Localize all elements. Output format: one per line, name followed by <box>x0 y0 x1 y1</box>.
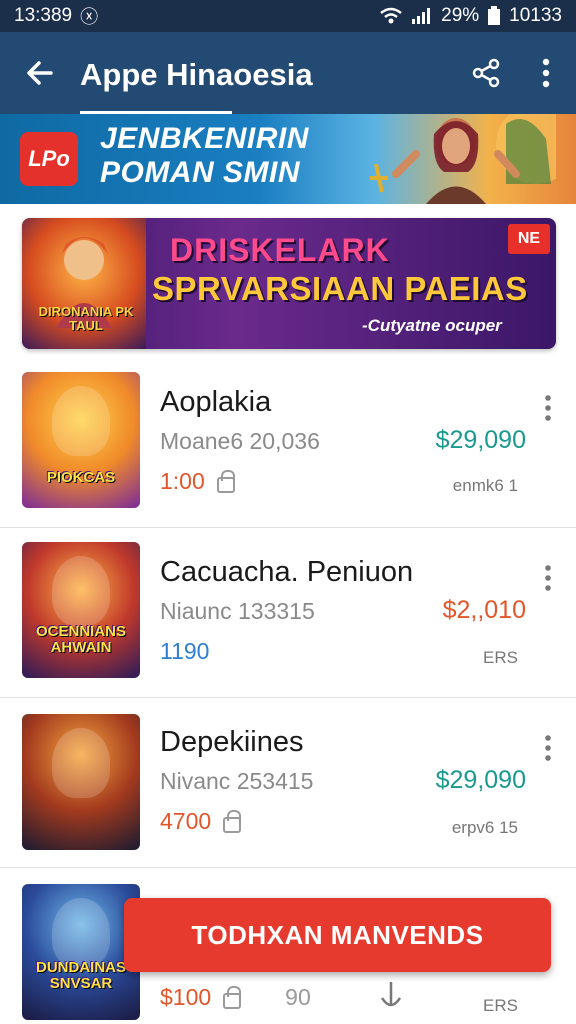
banner-title: DRISKELARK <box>170 232 390 268</box>
thumbnail-caption: PIOKCAS <box>46 469 116 486</box>
character-icon <box>52 728 110 798</box>
promo-logo: LPo <box>20 132 78 186</box>
item-price: $29,090 <box>435 766 526 794</box>
back-button[interactable] <box>0 32 80 114</box>
banner-art: DIRONANIA PK TAUL <box>22 218 146 349</box>
item-price: $29,090 <box>435 426 526 454</box>
item-title: Cacuacha. Peniuon <box>160 556 414 588</box>
list-item[interactable]: OCENNIANS AHWAIN Cacuacha. Peniuon Niaun… <box>0 528 576 698</box>
page-title-text: Appe Hinaoesia <box>80 57 313 92</box>
more-vertical-icon <box>545 735 551 761</box>
item-note: ERS <box>483 648 518 667</box>
promo-text: JENBKENIRIN POMAN SMIN <box>100 122 309 190</box>
overflow-menu-button[interactable] <box>516 32 576 114</box>
promo-header[interactable]: LPo JENBKENIRIN POMAN SMIN <box>0 114 576 204</box>
status-bar: 13:389 ⓧ 29% 10133 <box>0 0 576 32</box>
battery-percent: 29% <box>441 5 480 26</box>
character-icon <box>52 898 110 968</box>
item-overflow-button[interactable] <box>538 564 558 592</box>
item-meta: 1:00 <box>160 468 235 495</box>
app-bar: Appe Hinaoesia <box>0 32 576 115</box>
more-vertical-icon <box>545 395 551 421</box>
notification-icon: ⓧ <box>80 7 99 27</box>
item-meta: 4700 <box>160 808 242 835</box>
anchor-icon <box>378 980 404 1015</box>
item-meta: 1190 <box>160 638 209 665</box>
featured-banner[interactable]: DIRONANIA PK TAUL DRISKELARK SPRVARSIAAN… <box>22 218 556 349</box>
item-overflow-button[interactable] <box>538 734 558 762</box>
item-subtitle: Nivanc 253415 <box>160 768 314 794</box>
share-button[interactable] <box>456 32 516 114</box>
more-vertical-icon <box>542 58 550 88</box>
item-subtitle: Niaunc 133315 <box>160 598 315 624</box>
character-icon <box>52 386 110 456</box>
list-item[interactable]: Depekiines Nivanc 253415 4700 $29,090 er… <box>0 698 576 868</box>
promo-line-2: POMAN SMIN <box>100 156 300 189</box>
character-icon <box>52 556 110 626</box>
thumbnail-caption: OCENNIANS AHWAIN <box>35 623 126 656</box>
page-title: Appe Hinaoesia <box>80 53 313 115</box>
lock-icon <box>216 469 235 493</box>
item-note: erpv6 15 <box>451 818 518 837</box>
item-meta-value: 4700 <box>160 808 212 834</box>
item-title: Aoplakia <box>160 386 272 418</box>
wifi-icon <box>380 7 402 24</box>
item-subtitle: Moane6 20,036 <box>160 428 320 454</box>
item-meta: $100 90 <box>160 984 311 1011</box>
new-badge: NE <box>508 224 550 254</box>
cta-button[interactable]: TODHXAN MANVENDS <box>124 898 551 972</box>
more-vertical-icon <box>545 565 551 591</box>
thumbnail-caption: DUNDAINAS SNVSAR <box>36 959 126 992</box>
banner-art-caption: DIRONANIA PK TAUL <box>38 304 134 333</box>
item-thumbnail <box>22 714 140 850</box>
item-price: $2,,010 <box>442 596 526 624</box>
lock-icon <box>223 809 242 833</box>
item-meta-extra: 90 <box>285 984 311 1010</box>
item-note: ERS <box>483 996 518 1015</box>
item-meta-value: 1:00 <box>160 468 205 494</box>
item-title: Depekiines <box>160 726 304 758</box>
item-meta-value: $100 <box>160 984 212 1010</box>
banner-tagline: -Cutyatne ocuper <box>362 316 502 335</box>
status-time: 13:389 <box>14 5 73 26</box>
signal-icon <box>412 8 431 24</box>
status-clock-right: 10133 <box>509 5 562 26</box>
list-item[interactable]: PIOKCAS Aoplakia Moane6 20,036 1:00 $29,… <box>0 358 576 528</box>
share-icon <box>472 58 500 88</box>
battery-icon <box>488 6 501 25</box>
arrow-left-icon <box>27 61 53 85</box>
lock-icon <box>223 985 242 1009</box>
banner-subtitle: SPRVARSIAAN PAEIAS <box>152 270 528 307</box>
item-meta-value: 1190 <box>160 638 210 664</box>
item-thumbnail: DUNDAINAS SNVSAR <box>22 884 140 1020</box>
item-thumbnail: OCENNIANS AHWAIN <box>22 542 140 678</box>
promo-hero-illustration <box>370 114 556 204</box>
promo-line-1: JENBKENIRIN <box>100 122 309 155</box>
item-thumbnail: PIOKCAS <box>22 372 140 508</box>
item-note: enmk6 1 <box>452 476 518 495</box>
item-overflow-button[interactable] <box>538 394 558 422</box>
